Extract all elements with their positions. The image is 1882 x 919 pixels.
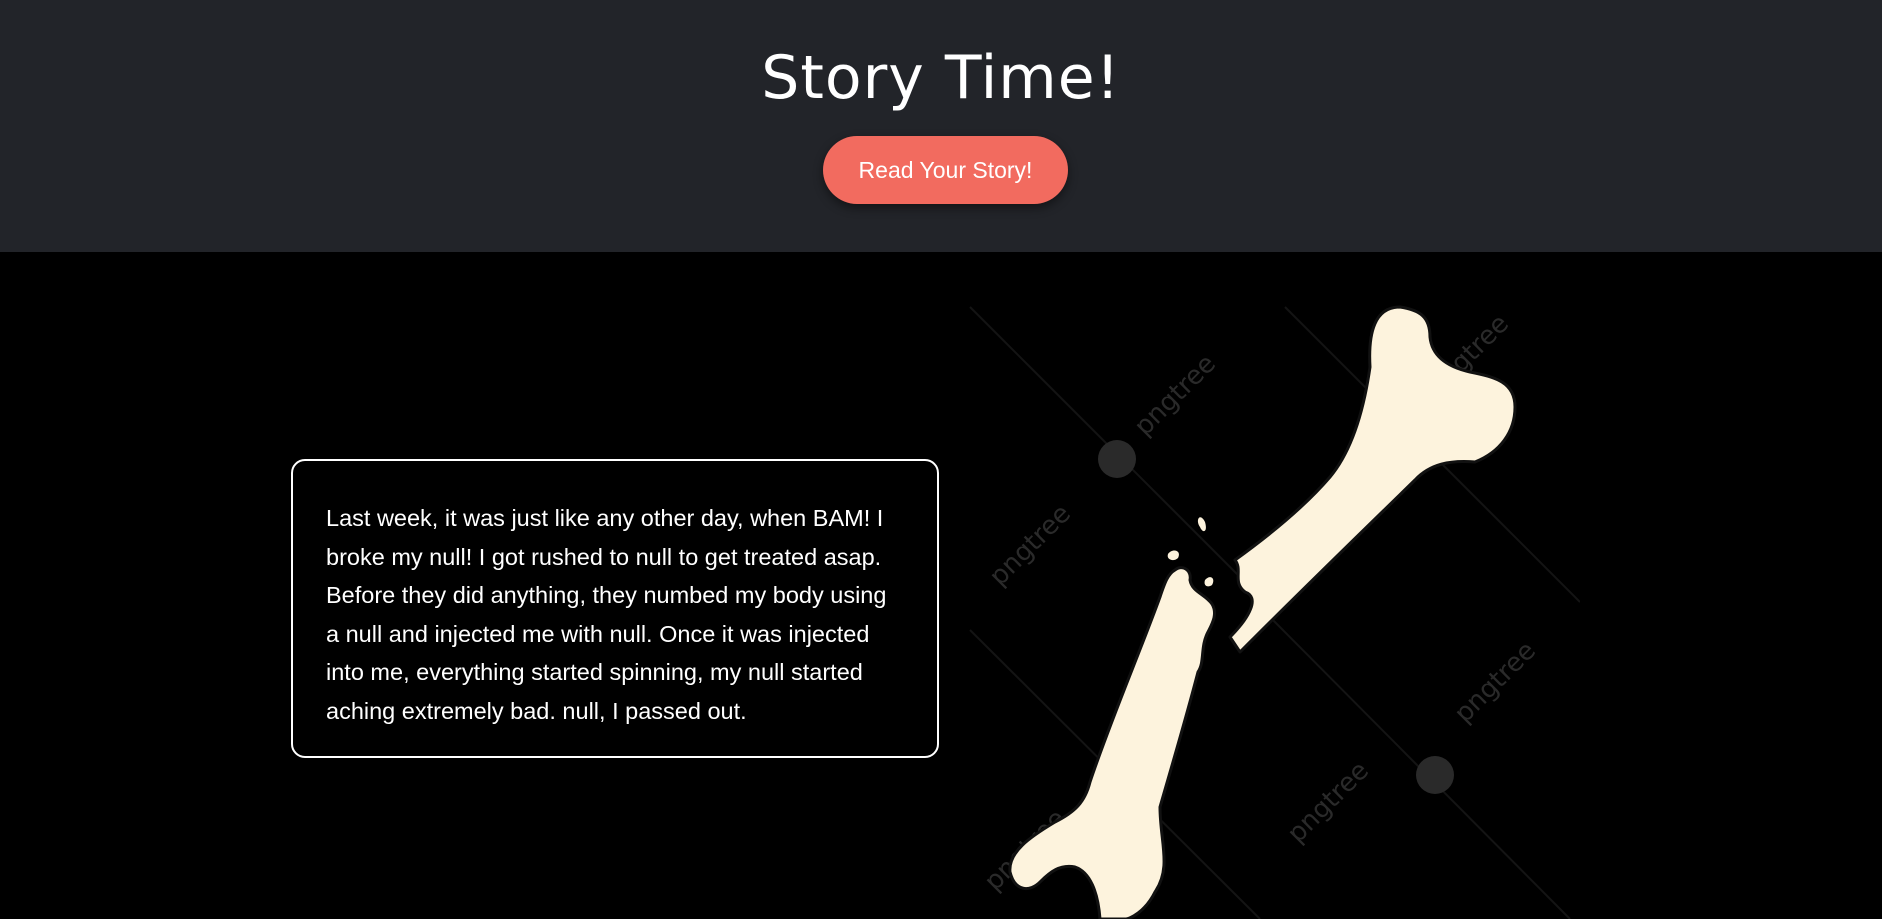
broken-bone-icon: pngtree pngtree pngtree pngtree pngtree …: [969, 305, 1580, 919]
bone-fragment: [1197, 517, 1206, 532]
page-title: Story Time!: [761, 43, 1121, 113]
lower-bone-piece: [1008, 566, 1216, 919]
story-section: Last week, it was just like any other da…: [0, 252, 1882, 919]
svg-text:pngtree: pngtree: [1129, 349, 1222, 442]
svg-text:pngtree: pngtree: [1449, 636, 1542, 729]
svg-text:pngtree: pngtree: [1282, 756, 1375, 849]
bone-fragment: [1167, 550, 1179, 561]
bone-fragment: [1204, 577, 1214, 587]
story-text-box: Last week, it was just like any other da…: [291, 459, 939, 758]
header-bar: Story Time! Read Your Story!: [0, 0, 1882, 252]
read-story-button[interactable]: Read Your Story!: [823, 136, 1068, 204]
svg-text:pngtree: pngtree: [984, 499, 1077, 592]
